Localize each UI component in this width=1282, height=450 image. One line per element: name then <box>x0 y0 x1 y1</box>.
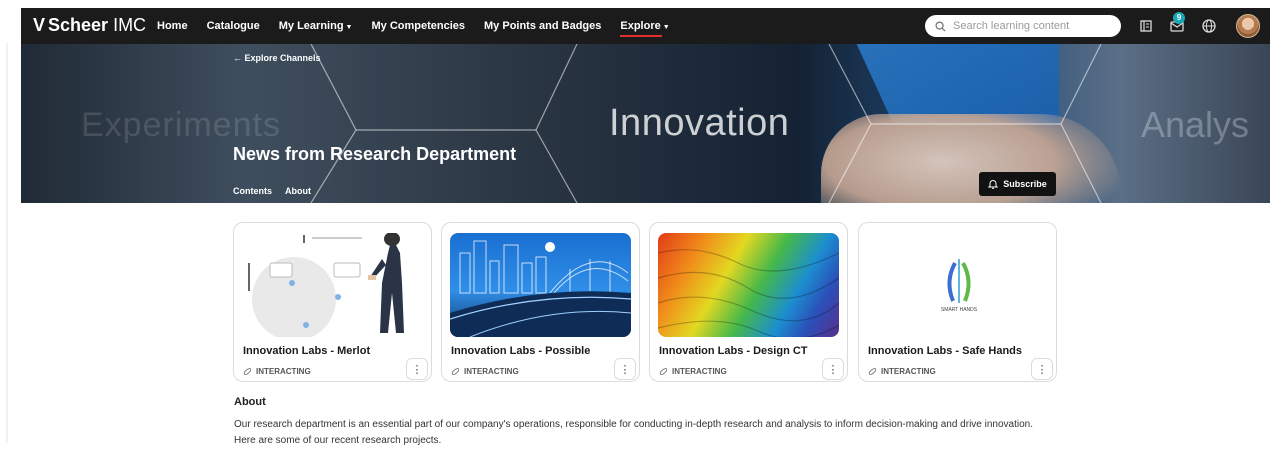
more-options-button[interactable]: ⋮ <box>822 358 844 380</box>
smart-hands-logo: SMART HANDS <box>941 259 978 313</box>
tab-contents[interactable]: Contents <box>233 186 272 196</box>
nav-explore[interactable]: Explore ▼ <box>620 20 670 37</box>
page-left-border <box>6 43 8 443</box>
search-input[interactable] <box>953 20 1113 32</box>
main-nav: Home Catalogue My Learning ▼ My Competenc… <box>157 8 689 44</box>
more-options-button[interactable]: ⋮ <box>406 358 428 380</box>
banner-word-innovation: Innovation <box>609 102 790 144</box>
card-thumbnail <box>450 233 631 337</box>
bell-icon <box>988 180 999 189</box>
card-type: INTERACTING <box>451 367 519 376</box>
about-text: Our research department is an essential … <box>234 419 1034 446</box>
bookmark-icon[interactable] <box>1138 18 1154 34</box>
channel-banner: Experiments Innovation Analys ← Explore … <box>21 44 1270 203</box>
top-navigation-bar: V Scheer IMC Home Catalogue My Learning ▼ … <box>21 8 1270 44</box>
banner-word-experiments: Experiments <box>81 106 281 144</box>
nav-catalogue[interactable]: Catalogue <box>207 20 260 32</box>
card-title[interactable]: Innovation Labs - Design CT <box>659 345 808 357</box>
link-icon <box>451 368 460 375</box>
channel-title: News from Research Department <box>233 144 517 164</box>
logo-brand: Scheer <box>48 15 109 35</box>
tab-about[interactable]: About <box>285 186 311 196</box>
course-card[interactable]: Innovation Labs - Design CT INTERACTING … <box>649 222 848 382</box>
chevron-down-icon: ▼ <box>662 24 670 31</box>
user-avatar[interactable] <box>1236 14 1260 38</box>
card-thumbnail <box>658 233 839 337</box>
subscribe-label: Subscribe <box>1003 179 1047 189</box>
nav-my-learning[interactable]: My Learning ▼ <box>279 20 353 32</box>
logo-mark: V <box>33 15 46 35</box>
message-count-badge: 9 <box>1173 12 1185 24</box>
course-card[interactable]: Innovation Labs - Possible INTERACTING ⋮ <box>441 222 640 382</box>
course-card[interactable]: Innovation Labs - Merlot INTERACTING ⋮ <box>233 222 432 382</box>
explore-channels-link[interactable]: ← Explore Channels <box>233 53 321 63</box>
link-icon <box>659 368 668 375</box>
course-card[interactable]: SMART HANDS Innovation Labs - Safe Hands… <box>858 222 1057 382</box>
more-options-button[interactable]: ⋮ <box>1031 358 1053 380</box>
link-icon <box>243 368 252 375</box>
nav-home[interactable]: Home <box>157 20 188 32</box>
card-thumbnail <box>242 233 423 337</box>
card-thumbnail: SMART HANDS <box>867 233 1048 337</box>
link-icon <box>868 368 877 375</box>
card-title[interactable]: Innovation Labs - Possible <box>451 345 590 357</box>
card-type: INTERACTING <box>243 367 311 376</box>
about-heading: About <box>234 396 266 408</box>
card-type: INTERACTING <box>868 367 936 376</box>
scheer-logo[interactable]: V Scheer IMC <box>33 15 146 36</box>
more-options-button[interactable]: ⋮ <box>614 358 636 380</box>
search-box[interactable] <box>925 15 1121 37</box>
banner-word-analysis: Analys <box>1141 104 1250 145</box>
subscribe-button[interactable]: Subscribe <box>979 172 1056 196</box>
channel-tabs: Contents About <box>233 186 324 196</box>
card-title[interactable]: Innovation Labs - Merlot <box>243 345 370 357</box>
nav-my-competencies[interactable]: My Competencies <box>371 20 465 32</box>
nav-points-badges[interactable]: My Points and Badges <box>484 20 601 32</box>
card-title[interactable]: Innovation Labs - Safe Hands <box>868 345 1022 357</box>
search-icon <box>935 20 946 32</box>
logo-text: SMART HANDS <box>941 307 978 313</box>
card-type: INTERACTING <box>659 367 727 376</box>
logo-brand-suffix: IMC <box>108 15 147 35</box>
globe-icon[interactable] <box>1201 18 1217 34</box>
chevron-down-icon: ▼ <box>345 24 353 31</box>
